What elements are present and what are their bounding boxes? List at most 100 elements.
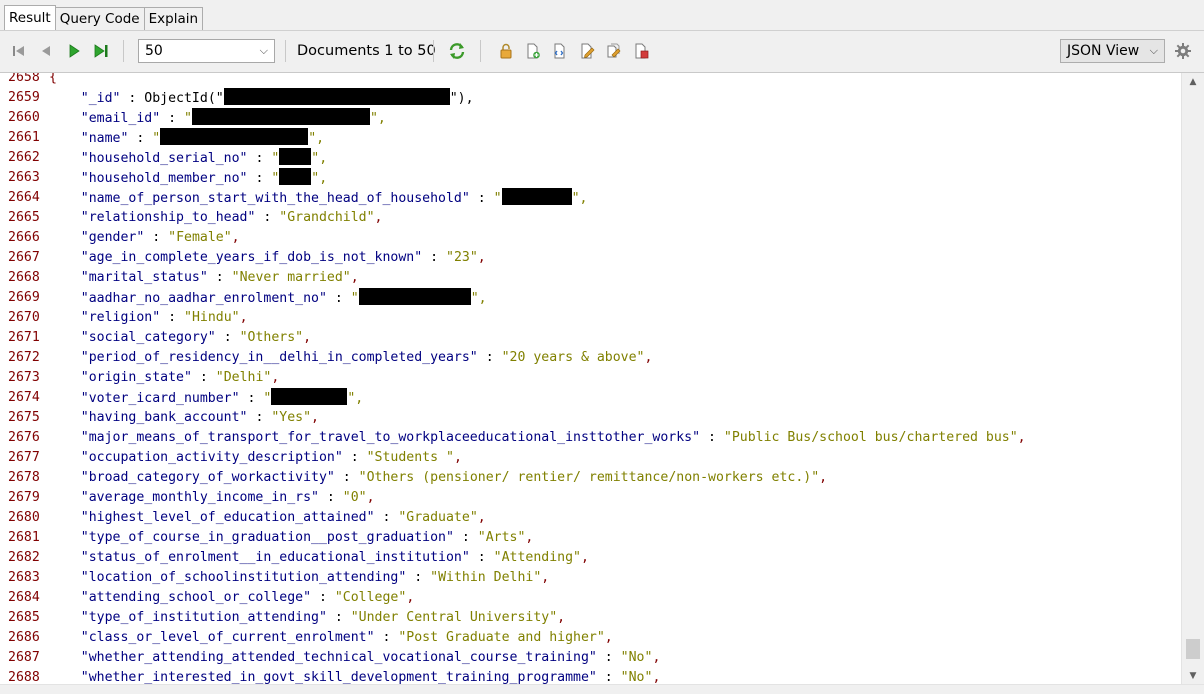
value-terminator: , [525,530,534,545]
redaction-box [279,168,312,185]
value-terminator: , [1017,430,1026,445]
value-terminator: ", [311,151,328,166]
first-page-icon[interactable] [10,42,28,60]
page-size-select[interactable]: 50 ⌵ [138,39,275,63]
vertical-scrollbar[interactable]: ▲ ▼ [1181,73,1204,685]
code-line: 2677 "occupation_activity_description" :… [0,448,1182,468]
key-value-separator: : [469,550,494,565]
line-number: 2663 [8,170,40,185]
json-field: "name_of_person_start_with_the_head_of_h… [49,188,587,209]
code-line: 2662 "household_serial_no" : " ", [0,148,1182,168]
value-terminator: "), [449,91,474,106]
refresh-icon[interactable] [448,42,466,60]
view-mode-select[interactable]: JSON View ⌵ [1060,39,1165,63]
tab-result[interactable]: Result [4,5,56,30]
prev-page-icon[interactable] [37,42,55,60]
add-document-icon[interactable] [524,42,542,60]
code-line: 2683 "location_of_schoolinstitution_atte… [0,568,1182,588]
scrollbar-thumb[interactable] [1186,639,1200,659]
json-key: "location_of_schoolinstitution_attending… [80,570,407,585]
chevron-up-icon[interactable]: ▲ [1182,73,1204,91]
key-value-separator: : [247,171,272,186]
json-value: " [493,191,502,206]
tab-query-code[interactable]: Query Code [54,7,145,30]
code-line: 2684 "attending_school_or_college" : "Co… [0,588,1182,608]
lock-icon[interactable] [497,42,515,60]
edit-document-icon[interactable] [578,42,596,60]
chevron-down-icon: ⌵ [1149,44,1158,57]
json-field: "email_id" : " ", [49,108,386,129]
line-number: 2659 [8,90,40,105]
settings-icon[interactable] [1174,42,1192,60]
edit-multiple-icon[interactable] [605,42,623,60]
line-number: 2685 [8,610,40,625]
chevron-down-icon[interactable]: ▼ [1182,667,1204,685]
line-number: 2674 [8,390,40,405]
code-line: 2670 "religion" : "Hindu", [0,308,1182,328]
next-page-icon[interactable] [65,42,83,60]
value-terminator: , [644,350,653,365]
line-number: 2683 [8,570,40,585]
chevron-down-icon: ⌵ [259,44,268,57]
line-number: 2673 [8,370,40,385]
code-line: 2676 "major_means_of_transport_for_trave… [0,428,1182,448]
redaction-box [279,148,312,165]
json-field: "major_means_of_transport_for_travel_to_… [49,428,1026,448]
code-line: 2681 "type_of_course_in_graduation__post… [0,528,1182,548]
json-field: "attending_school_or_college" : "College… [49,588,415,608]
key-value-separator: : [596,670,621,685]
key-value-separator: : [453,530,478,545]
json-value: "Public Bus/school bus/chartered bus" [723,430,1018,445]
line-number: 2660 [8,110,40,125]
page-size-value: 50 [145,43,163,59]
horizontal-scrollbar[interactable] [0,684,1204,691]
json-key: "highest_level_of_education_attained" [80,510,375,525]
code-line: 2660 "email_id" : " ", [0,108,1182,128]
value-terminator: , [311,410,319,425]
code-line: 2665 "relationship_to_head" : "Grandchil… [0,208,1182,228]
json-key: "attending_school_or_college" [80,590,312,605]
key-value-separator: : [422,250,446,265]
value-terminator: ", [347,391,364,406]
value-terminator: , [652,670,661,685]
line-number: 2666 [8,230,40,245]
json-value: " [350,291,359,306]
redaction-box [271,388,348,405]
line-number: 2684 [8,590,40,605]
line-number: 2669 [8,290,40,305]
key-value-separator: : [374,510,399,525]
line-number: 2665 [8,210,40,225]
line-number: 2662 [8,150,40,165]
key-value-separator: : [120,91,145,106]
json-value: "Attending" [493,550,581,565]
json-value: "Grandchild" [279,210,375,225]
code-line: 2666 "gender" : "Female", [0,228,1182,248]
json-field: "name" : " ", [49,128,324,149]
key-value-separator: : [215,330,240,345]
json-editor[interactable]: 2658 {2659 "_id" : ObjectId(" "), 2660 "ema… [0,72,1204,691]
paste-document-icon[interactable] [551,42,569,60]
tab-explain[interactable]: Explain [143,7,204,30]
json-key: "whether_interested_in_govt_skill_develo… [80,670,597,685]
key-value-separator: : [239,391,264,406]
key-value-separator: : [247,410,272,425]
line-number: 2675 [8,410,40,425]
value-terminator: , [604,630,613,645]
line-number: 2681 [8,530,40,545]
line-number: 2668 [8,270,40,285]
json-key: "name" [80,131,129,146]
json-value: ObjectId(" [144,91,224,106]
json-key: "age_in_complete_years_if_dob_is_not_kno… [80,250,423,265]
code-line: 2685 "type_of_institution_attending" : "… [0,608,1182,628]
code-line: 2672 "period_of_residency_in__delhi_in_c… [0,348,1182,368]
key-value-separator: : [191,370,216,385]
last-page-icon[interactable] [92,42,110,60]
json-value: "Others (pensioner/ rentier/ remittance/… [358,470,820,485]
json-field: "age_in_complete_years_if_dob_is_not_kno… [49,248,486,268]
delete-document-icon[interactable] [632,42,650,60]
json-field: "relationship_to_head" : "Grandchild", [49,208,383,228]
value-terminator: , [652,650,661,665]
json-key: "religion" [80,310,161,325]
json-field: "religion" : "Hindu", [49,308,248,328]
open-brace: { [49,72,57,85]
